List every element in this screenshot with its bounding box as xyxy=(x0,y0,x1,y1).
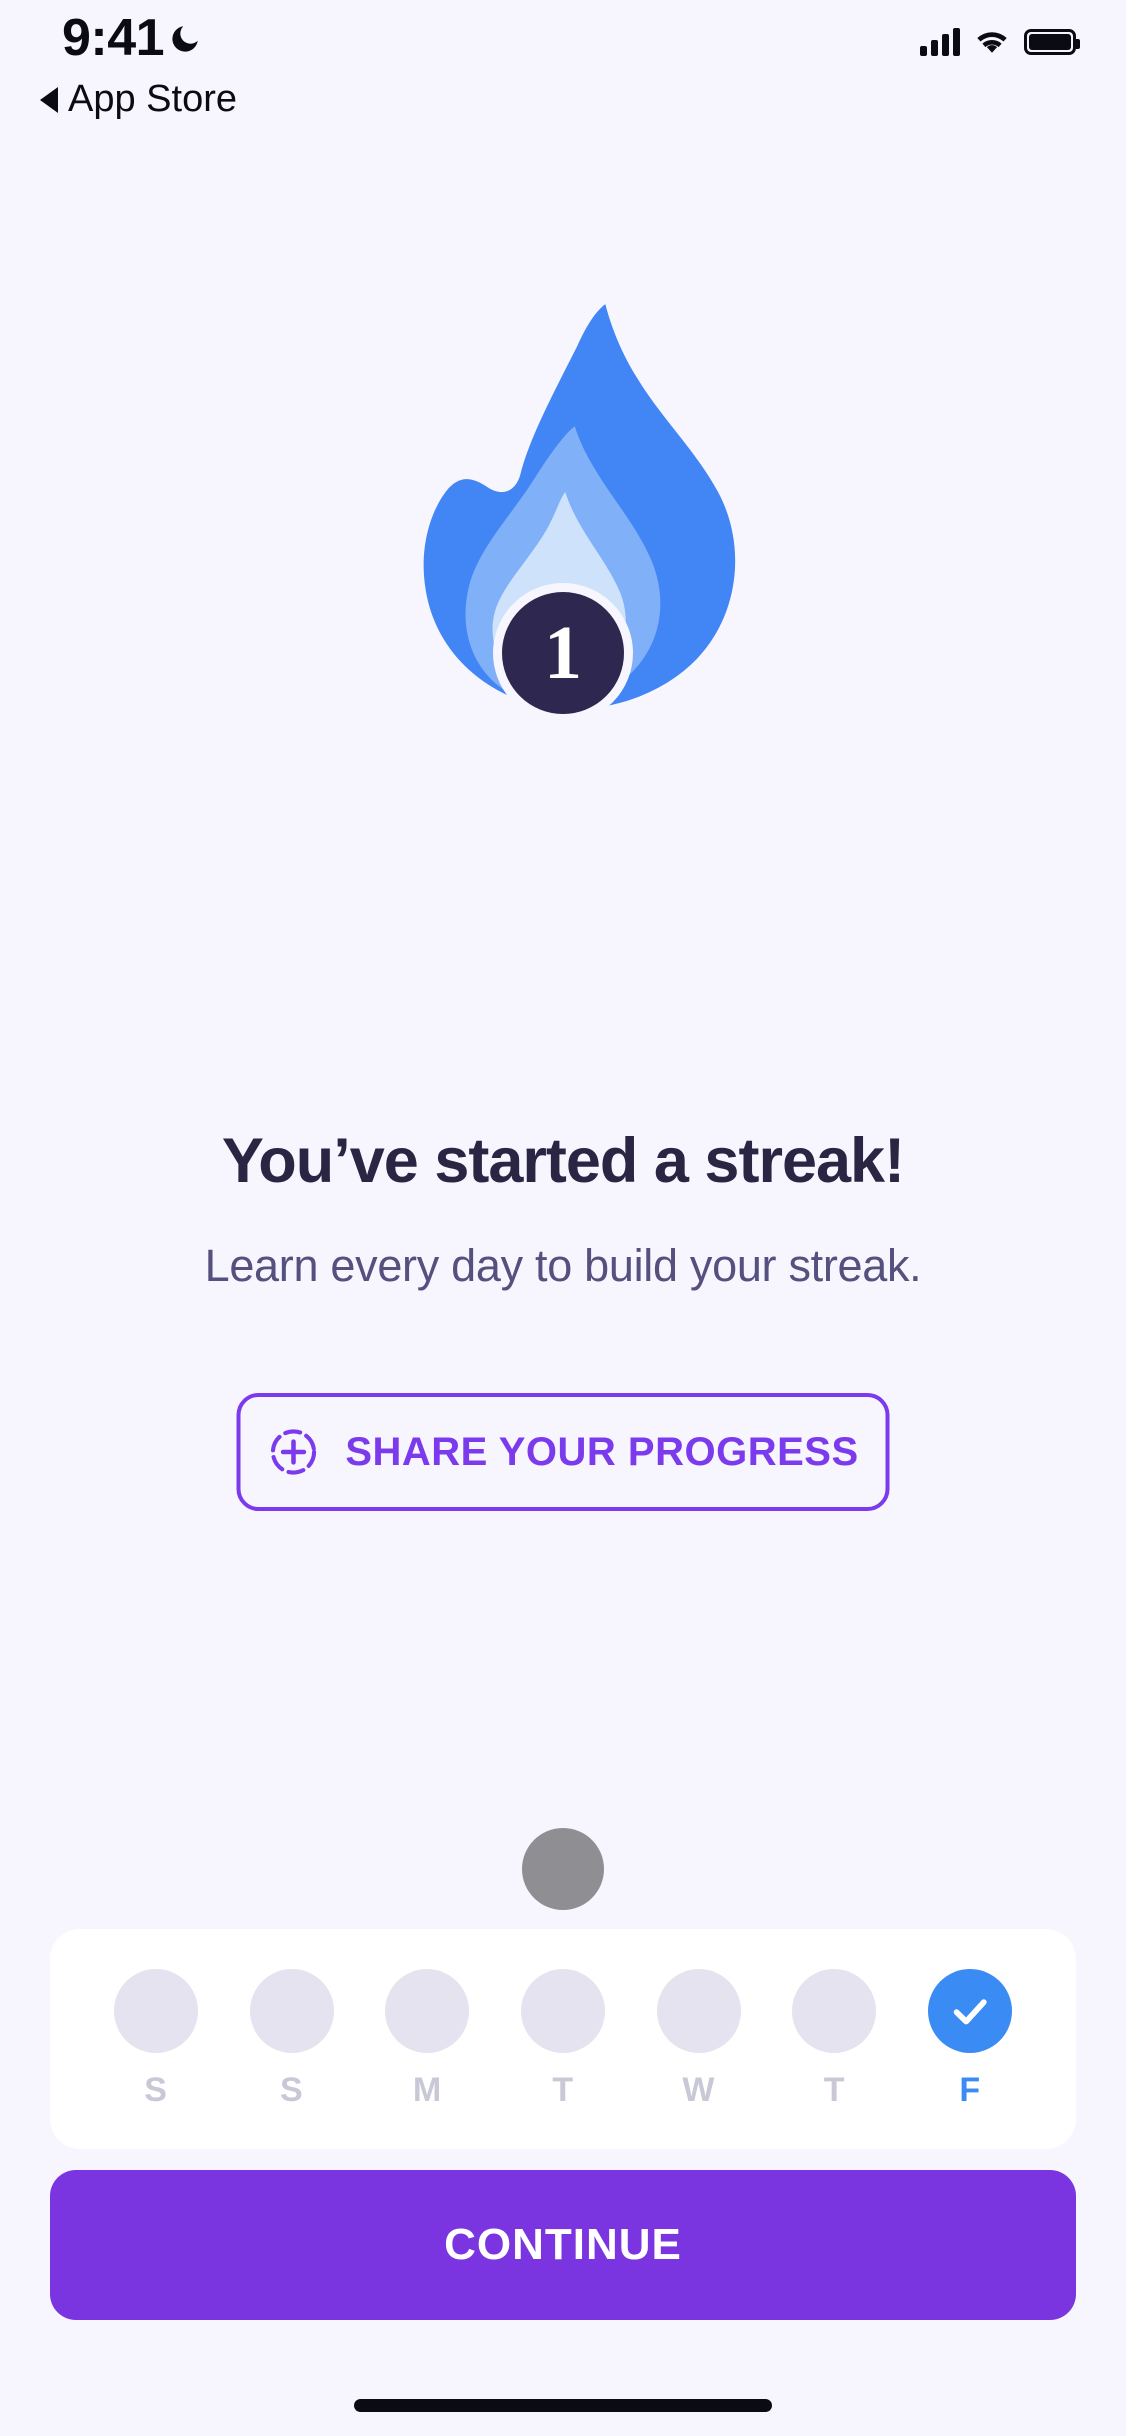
checkmark-icon xyxy=(953,1998,987,2024)
day-item-active[interactable]: F xyxy=(922,1968,1018,2110)
page-subtitle: Learn every day to build your streak. xyxy=(204,1240,922,1291)
wifi-icon xyxy=(977,32,1007,53)
status-time: 9:41 xyxy=(62,9,165,67)
day-label: S xyxy=(144,2070,168,2109)
day-label: T xyxy=(823,2070,845,2109)
back-triangle-icon xyxy=(40,86,58,113)
day-label: W xyxy=(682,2070,715,2109)
day-item[interactable]: S xyxy=(244,1968,340,2110)
day-label: S xyxy=(279,2070,304,2109)
day-circle[interactable] xyxy=(249,1968,334,2053)
week-streak-card: S S M T W T F xyxy=(50,1929,1076,2149)
day-label: F xyxy=(959,2070,981,2109)
day-item[interactable]: T xyxy=(786,1968,882,2110)
app-screen: 9:41 App Store 1 You’ve started a streak… xyxy=(0,0,1126,2436)
day-circle[interactable] xyxy=(656,1968,741,2053)
day-item[interactable]: W xyxy=(651,1968,747,2110)
share-progress-button[interactable]: SHARE YOUR PROGRESS xyxy=(236,1393,890,1511)
home-indicator-bar xyxy=(354,2399,772,2412)
day-circle[interactable] xyxy=(520,1968,605,2053)
continue-button[interactable]: CONTINUE xyxy=(50,2170,1076,2320)
streak-count-value: 1 xyxy=(544,611,582,695)
page-title: You’ve started a streak! xyxy=(221,1126,905,1196)
status-indicators xyxy=(920,28,1080,56)
share-progress-label: SHARE YOUR PROGRESS xyxy=(345,1429,859,1474)
continue-button-label: CONTINUE xyxy=(444,2220,682,2269)
streak-count-badge: 1 xyxy=(493,583,633,723)
battery-full-icon xyxy=(1024,29,1080,55)
day-item[interactable]: S xyxy=(108,1968,204,2110)
day-circle-completed[interactable] xyxy=(928,1968,1013,2053)
gray-circle-placeholder xyxy=(522,1828,604,1910)
day-label: M xyxy=(412,2070,442,2109)
day-circle[interactable] xyxy=(792,1968,877,2053)
back-nav-label: App Store xyxy=(68,78,237,120)
crescent-moon-icon xyxy=(172,26,198,52)
day-item[interactable]: T xyxy=(515,1968,611,2110)
day-circle[interactable] xyxy=(113,1968,198,2053)
back-navigation[interactable]: App Store xyxy=(40,78,237,121)
day-item[interactable]: M xyxy=(379,1968,475,2110)
day-label: T xyxy=(552,2070,574,2109)
day-circle[interactable] xyxy=(385,1968,470,2053)
cellular-signal-icon xyxy=(920,28,960,56)
plus-in-dashed-circle-icon xyxy=(270,1429,316,1475)
